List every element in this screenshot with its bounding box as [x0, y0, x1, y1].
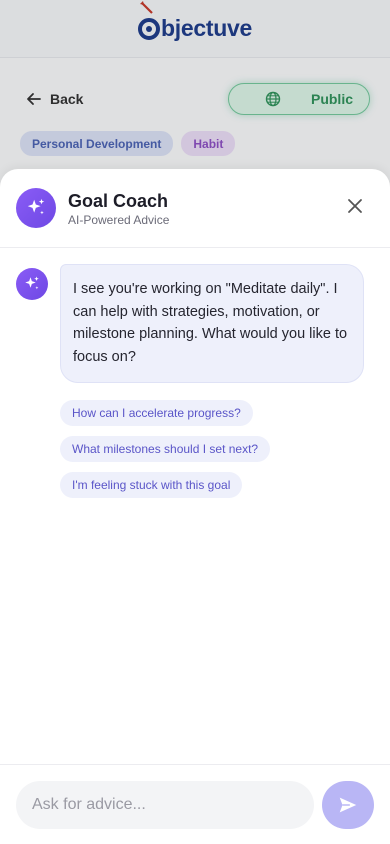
- suggestion-accelerate-progress[interactable]: How can I accelerate progress?: [60, 400, 253, 426]
- chat-messages[interactable]: I see you're working on "Meditate daily"…: [0, 249, 390, 764]
- assistant-avatar: [16, 268, 48, 300]
- coach-title: Goal Coach: [68, 190, 169, 211]
- close-icon: [348, 199, 362, 213]
- suggestion-feeling-stuck[interactable]: I'm feeling stuck with this goal: [60, 472, 243, 498]
- send-icon: [339, 797, 357, 812]
- goal-coach-sheet: Goal Coach AI-Powered Advice I see you'r…: [0, 169, 390, 844]
- ask-input[interactable]: [16, 780, 314, 829]
- message-bubble: I see you're working on "Meditate daily"…: [60, 264, 364, 383]
- coach-header: Goal Coach AI-Powered Advice: [0, 169, 390, 248]
- close-button[interactable]: [346, 197, 364, 215]
- message-composer: [0, 764, 390, 844]
- coach-avatar: [16, 188, 56, 228]
- sparkles-icon: [27, 198, 45, 215]
- suggestion-next-milestones[interactable]: What milestones should I set next?: [60, 436, 271, 462]
- send-button[interactable]: [322, 780, 374, 829]
- sparkles-icon: [25, 276, 39, 290]
- assistant-message: I see you're working on "Meditate daily"…: [16, 264, 374, 383]
- coach-subtitle: AI-Powered Advice: [68, 212, 170, 227]
- suggestion-chips: How can I accelerate progress? What mile…: [60, 400, 374, 498]
- coach-title-block: Goal Coach AI-Powered Advice: [68, 190, 169, 227]
